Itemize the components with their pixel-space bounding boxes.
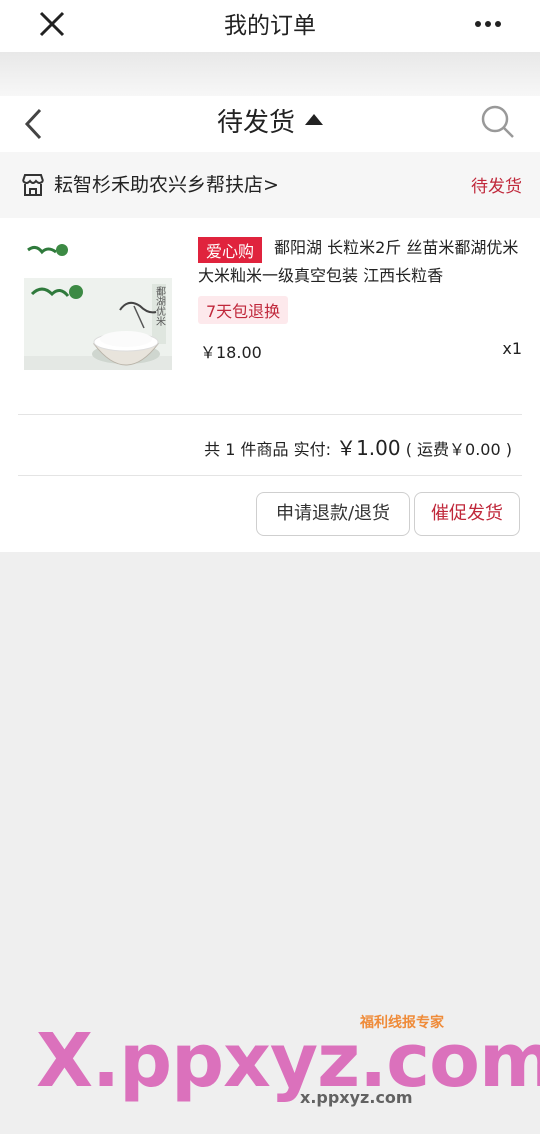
- return-policy-badge: 7天包退换: [198, 296, 289, 324]
- triangle-up-icon: [305, 114, 323, 125]
- unit-price: ￥18.00: [200, 343, 262, 362]
- order-summary: 共 1 件商品 实付: ￥1.00 ( 运费￥0.00 ): [204, 432, 512, 461]
- top-bar: 我的订单: [0, 0, 540, 52]
- divider: [18, 475, 522, 476]
- paid-amount: ￥1.00: [336, 436, 401, 460]
- store-header[interactable]: 耘智杉禾助农兴乡帮扶店> 待发货: [0, 152, 540, 218]
- watermark-domain: X.ppxyz.com: [36, 1018, 540, 1104]
- page-title: 待发货: [216, 108, 295, 138]
- shipping-fee: ( 运费￥0.00 ): [405, 440, 512, 459]
- love-purchase-tag: 爱心购: [198, 237, 263, 263]
- watermark-subdomain: x.ppxyz.com: [300, 1088, 413, 1107]
- urge-shipping-button[interactable]: 催促发货: [414, 492, 520, 536]
- order-status: 待发货: [471, 177, 522, 197]
- nav-bar: 待发货: [0, 96, 540, 152]
- package-text: 鄱湖优米: [154, 285, 166, 327]
- more-icon[interactable]: [470, 6, 506, 42]
- order-filter-dropdown[interactable]: 待发货: [0, 102, 540, 139]
- summary-prefix: 共 1 件商品 实付:: [204, 440, 331, 459]
- product-image[interactable]: 鄱湖优米: [16, 236, 176, 396]
- window-title: 我的订单: [224, 13, 316, 39]
- shop-icon: [22, 174, 44, 196]
- search-icon[interactable]: [478, 102, 518, 142]
- quantity: x1: [502, 339, 522, 358]
- order-card: 鄱湖优米 鄱阳湖 长粒米2斤 丝苗米鄱湖优米大米籼米一级真空包装 江西长粒香 爱…: [0, 218, 540, 552]
- header-shade: [0, 52, 540, 96]
- store-name-link[interactable]: 耘智杉禾助农兴乡帮扶店>: [54, 170, 279, 197]
- refund-button[interactable]: 申请退款/退货: [256, 492, 410, 536]
- divider: [18, 414, 522, 415]
